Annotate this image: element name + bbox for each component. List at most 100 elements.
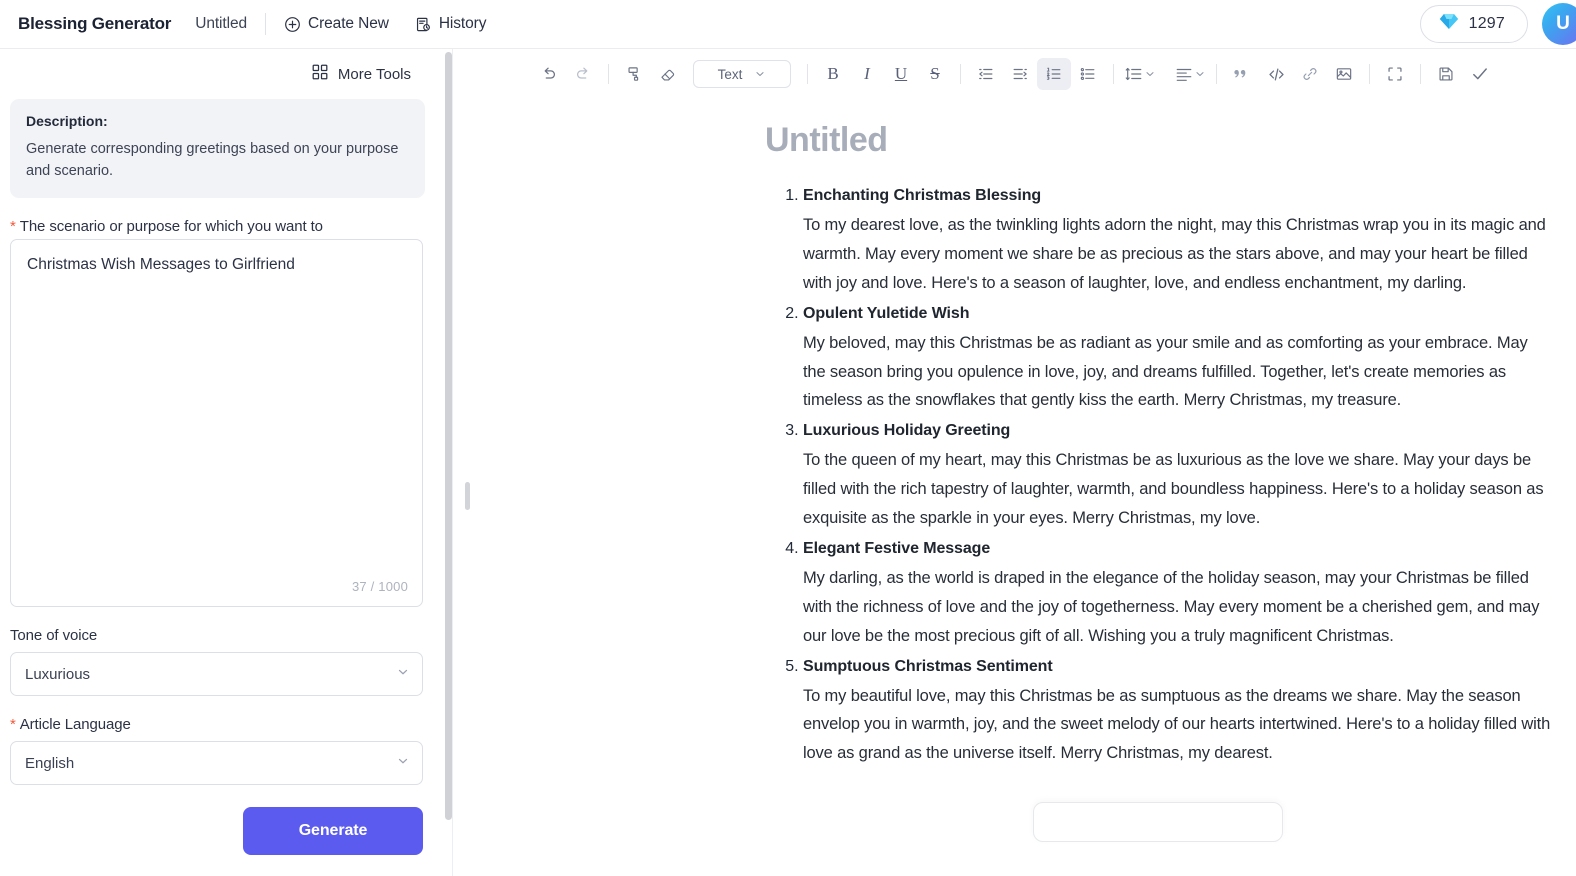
divider xyxy=(1113,64,1114,84)
save-icon[interactable] xyxy=(1429,58,1463,90)
scenario-value: Christmas Wish Messages to Girlfriend xyxy=(27,256,295,274)
language-label-text: Article Language xyxy=(19,716,131,734)
list-item: Luxurious Holiday Greeting To the queen … xyxy=(803,417,1552,533)
tone-of-voice-select[interactable]: Luxurious xyxy=(10,652,423,697)
required-asterisk: * xyxy=(10,716,16,734)
list-item: Opulent Yuletide Wish My beloved, may th… xyxy=(803,300,1552,416)
divider xyxy=(1216,64,1217,84)
blessing-list: Enchanting Christmas Blessing To my dear… xyxy=(763,182,1552,768)
chevron-down-icon xyxy=(1196,72,1204,77)
list-item-heading: Elegant Festive Message xyxy=(803,539,991,557)
bold-button[interactable]: B xyxy=(816,58,850,90)
line-height-icon xyxy=(1125,67,1142,81)
chevron-down-icon xyxy=(396,754,410,772)
scenario-input-wrapper: Christmas Wish Messages to Girlfriend 37… xyxy=(10,239,423,608)
divider xyxy=(807,64,808,84)
history-icon xyxy=(415,16,432,33)
redo-icon[interactable] xyxy=(566,58,600,90)
editor-pane: Text B I U S Untitled 1. Enchanting Chri… xyxy=(453,49,1576,876)
divider xyxy=(608,64,609,84)
confirm-check-icon[interactable] xyxy=(1463,58,1497,90)
fullscreen-icon[interactable] xyxy=(1378,58,1412,90)
left-form-panel: More Tools Description: Generate corresp… xyxy=(0,49,447,876)
bullet-list-icon[interactable] xyxy=(1071,58,1105,90)
scenario-field-label: * The scenario or purpose for which you w… xyxy=(10,218,425,235)
scenario-char-counter: 37 / 1000 xyxy=(351,579,408,595)
tone-value: Luxurious xyxy=(25,665,91,683)
undo-icon[interactable] xyxy=(532,58,566,90)
avatar[interactable]: U xyxy=(1542,3,1576,45)
list-item: Elegant Festive Message My darling, as t… xyxy=(803,535,1552,651)
top-bar-right: 1297 U xyxy=(1419,3,1576,45)
app-title: Blessing Generator xyxy=(18,14,172,33)
tone-label-text: Tone of voice xyxy=(10,627,98,645)
outdent-icon[interactable] xyxy=(969,58,1003,90)
diamond-icon xyxy=(1439,13,1459,35)
history-label: History xyxy=(438,15,487,32)
text-align-dropdown[interactable] xyxy=(1172,58,1208,90)
description-text: Generate corresponding greetings based o… xyxy=(26,141,399,180)
document-body[interactable]: Untitled Enchanting Christmas Blessing T… xyxy=(453,99,1576,843)
divider xyxy=(265,13,266,35)
credits-badge[interactable]: 1297 xyxy=(1419,5,1528,43)
language-field-label: * Article Language xyxy=(10,716,425,733)
list-item-body: My darling, as the world is draped in th… xyxy=(803,568,1540,645)
required-asterisk: * xyxy=(10,218,16,236)
clear-format-eraser-icon[interactable] xyxy=(651,58,685,90)
code-block-icon[interactable] xyxy=(1259,58,1293,90)
list-item-heading: Sumptuous Christmas Sentiment xyxy=(803,657,1053,675)
create-new-label: Create New xyxy=(308,15,389,32)
line-height-dropdown[interactable] xyxy=(1122,58,1158,90)
scenario-label-text: The scenario or purpose for which you wa… xyxy=(19,218,323,236)
list-item-body: To my beautiful love, may this Christmas… xyxy=(803,686,1551,763)
scenario-textarea[interactable]: Christmas Wish Messages to Girlfriend 37… xyxy=(10,239,423,608)
list-item: Enchanting Christmas Blessing To my dear… xyxy=(803,182,1552,298)
article-language-select[interactable]: English xyxy=(10,741,423,786)
link-icon[interactable] xyxy=(1293,58,1327,90)
list-item-body: To the queen of my heart, may this Chris… xyxy=(803,451,1544,527)
format-painter-icon[interactable] xyxy=(617,58,651,90)
panel-splitter xyxy=(452,49,453,876)
underline-button[interactable]: U xyxy=(884,58,918,90)
generate-row: Generate xyxy=(8,807,423,856)
credits-value: 1297 xyxy=(1468,15,1505,32)
chevron-down-icon xyxy=(396,665,410,683)
plus-circle-icon xyxy=(284,16,301,33)
list-item-body: To my dearest love, as the twinkling lig… xyxy=(803,216,1546,292)
block-type-value: Text xyxy=(717,66,743,82)
divider xyxy=(960,64,961,84)
grid-icon xyxy=(312,64,328,84)
history-button[interactable]: History xyxy=(415,15,487,33)
list-item-heading: Luxurious Holiday Greeting xyxy=(803,422,1011,440)
top-bar: Blessing Generator Untitled Create New H… xyxy=(0,0,1576,49)
create-new-button[interactable]: Create New xyxy=(284,15,389,33)
document-title[interactable]: Untitled xyxy=(765,121,1552,160)
ordered-list-icon[interactable] xyxy=(1037,58,1071,90)
language-value: English xyxy=(25,754,75,772)
description-box: Description: Generate corresponding gree… xyxy=(10,99,425,199)
document-name[interactable]: Untitled xyxy=(195,15,247,33)
divider xyxy=(1369,64,1370,84)
generate-button[interactable]: Generate xyxy=(243,807,423,856)
chevron-down-icon xyxy=(1146,72,1154,77)
more-tools-button[interactable]: More Tools xyxy=(8,49,425,99)
chevron-down-icon xyxy=(756,72,764,77)
list-item: Sumptuous Christmas Sentiment To my beau… xyxy=(803,653,1552,769)
align-left-icon xyxy=(1176,68,1192,81)
block-type-select[interactable]: Text xyxy=(693,60,791,88)
left-panel-scrollbar[interactable] xyxy=(445,52,452,820)
blockquote-icon[interactable] xyxy=(1225,58,1259,90)
left-form-scroll-area: More Tools Description: Generate corresp… xyxy=(0,49,447,876)
indent-icon[interactable] xyxy=(1003,58,1037,90)
document-scroll-area[interactable]: Untitled Enchanting Christmas Blessing T… xyxy=(453,99,1576,876)
strikethrough-button[interactable]: S xyxy=(918,58,952,90)
document-action-bar[interactable] xyxy=(1032,802,1283,843)
panel-resize-handle[interactable] xyxy=(465,482,470,510)
tone-field-label: Tone of voice xyxy=(10,627,425,644)
italic-button[interactable]: I xyxy=(850,58,884,90)
more-tools-label: More Tools xyxy=(337,65,411,83)
list-item-heading: Opulent Yuletide Wish xyxy=(803,304,970,322)
editor-toolbar: Text B I U S xyxy=(453,49,1576,99)
description-title: Description: xyxy=(26,113,108,129)
image-icon[interactable] xyxy=(1327,58,1361,90)
